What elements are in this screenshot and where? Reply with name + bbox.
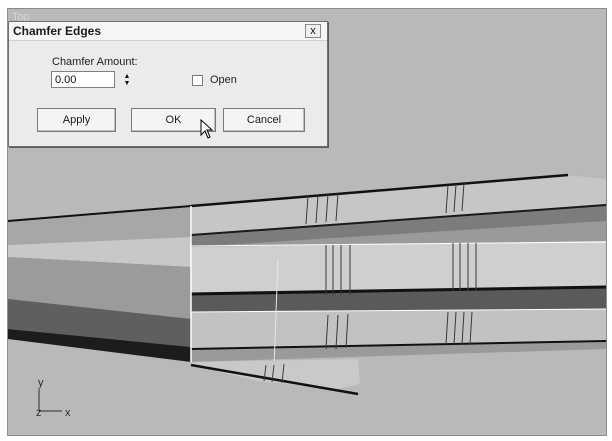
close-icon: x [310,25,316,37]
open-checkbox-label: Open [210,74,237,86]
open-option[interactable]: Open [192,74,237,86]
spinner-down-icon[interactable]: ▼ [124,80,131,87]
chamfer-amount-label: Chamfer Amount: [52,56,138,68]
axis-x-label: x [65,407,71,419]
axis-tripod: y z x [26,373,76,423]
dialog-titlebar[interactable]: Chamfer Edges [9,22,327,41]
bottom-fairing [191,359,360,389]
cancel-button[interactable]: Cancel [223,108,305,132]
apply-button[interactable]: Apply [37,108,116,132]
chamfer-amount-input[interactable] [51,71,115,88]
chamfer-amount-spinner: ▲ ▼ [51,71,137,88]
axis-y-label: y [38,377,44,389]
spinner-up-icon[interactable]: ▲ [124,73,131,80]
spinner-arrows-icon[interactable]: ▲ ▼ [121,72,133,87]
axis-z-label: z [36,407,42,419]
app-window: Top y z x Chamfer Edges x Chamfer Amount… [0,0,612,441]
open-checkbox[interactable] [192,74,203,86]
chamfer-edges-dialog: Chamfer Edges x Chamfer Amount: ▲ ▼ Open… [8,21,328,147]
dialog-title: Chamfer Edges [13,24,102,38]
close-button[interactable]: x [305,24,321,38]
mouse-cursor-icon [200,119,214,139]
